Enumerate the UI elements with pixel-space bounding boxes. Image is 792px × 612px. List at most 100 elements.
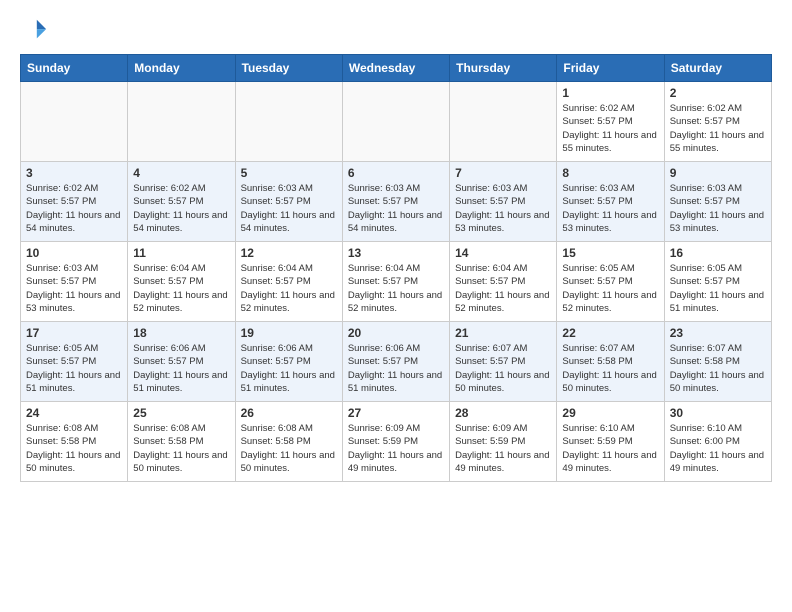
day-number: 12 <box>241 246 337 260</box>
calendar-cell: 6Sunrise: 6:03 AM Sunset: 5:57 PM Daylig… <box>342 162 449 242</box>
day-number: 15 <box>562 246 658 260</box>
calendar-cell: 7 Sunrise: 6:03 AM Sunset: 5:57 PM Daylig… <box>450 162 557 242</box>
calendar-cell: 25 Sunrise: 6:08 AM Sunset: 5:58 PM Dayli… <box>128 402 235 482</box>
day-number: 13 <box>348 246 444 260</box>
day-number: 16 <box>670 246 766 260</box>
day-info: Sunrise: 6:02 AM Sunset: 5:57 PM Dayligh… <box>562 102 658 155</box>
day-number: 26 <box>241 406 337 420</box>
calendar-cell: 30Sunrise: 6:10 AM Sunset: 6:00 PM Dayli… <box>664 402 771 482</box>
day-info: Sunrise: 6:07 AM Sunset: 5:57 PM Dayligh… <box>455 342 551 395</box>
day-info: Sunrise: 6:03 AM Sunset: 5:57 PM Dayligh… <box>455 182 551 235</box>
day-number: 24 <box>26 406 122 420</box>
day-number: 11 <box>133 246 229 260</box>
weekday-header-row: SundayMondayTuesdayWednesdayThursdayFrid… <box>21 55 772 82</box>
day-info: Sunrise: 6:05 AM Sunset: 5:57 PM Dayligh… <box>670 262 766 315</box>
day-number: 20 <box>348 326 444 340</box>
calendar-cell: 20 Sunrise: 6:06 AM Sunset: 5:57 PM Dayli… <box>342 322 449 402</box>
calendar-cell: 28Sunrise: 6:09 AM Sunset: 5:59 PM Dayli… <box>450 402 557 482</box>
page: SundayMondayTuesdayWednesdayThursdayFrid… <box>0 0 792 612</box>
day-info: Sunrise: 6:06 AM Sunset: 5:57 PM Dayligh… <box>133 342 229 395</box>
day-number: 8 <box>562 166 658 180</box>
calendar-cell: 11 Sunrise: 6:04 AM Sunset: 5:57 PM Dayli… <box>128 242 235 322</box>
calendar-cell: 13 Sunrise: 6:04 AM Sunset: 5:57 PM Dayli… <box>342 242 449 322</box>
day-info: Sunrise: 6:03 AM Sunset: 5:57 PM Dayligh… <box>670 182 766 235</box>
weekday-header-monday: Monday <box>128 55 235 82</box>
week-row-1: 3Sunrise: 6:02 AM Sunset: 5:57 PM Daylig… <box>21 162 772 242</box>
day-number: 18 <box>133 326 229 340</box>
week-row-4: 24 Sunrise: 6:08 AM Sunset: 5:58 PM Dayli… <box>21 402 772 482</box>
day-info: Sunrise: 6:07 AM Sunset: 5:58 PM Dayligh… <box>670 342 766 395</box>
day-number: 23 <box>670 326 766 340</box>
day-info: Sunrise: 6:04 AM Sunset: 5:57 PM Dayligh… <box>133 262 229 315</box>
calendar-cell: 8 Sunrise: 6:03 AM Sunset: 5:57 PM Daylig… <box>557 162 664 242</box>
day-info: Sunrise: 6:05 AM Sunset: 5:57 PM Dayligh… <box>562 262 658 315</box>
day-info: Sunrise: 6:08 AM Sunset: 5:58 PM Dayligh… <box>133 422 229 475</box>
day-number: 28 <box>455 406 551 420</box>
calendar-cell: 21Sunrise: 6:07 AM Sunset: 5:57 PM Dayli… <box>450 322 557 402</box>
calendar-cell: 17 Sunrise: 6:05 AM Sunset: 5:57 PM Dayli… <box>21 322 128 402</box>
calendar-cell: 22 Sunrise: 6:07 AM Sunset: 5:58 PM Dayli… <box>557 322 664 402</box>
calendar-cell: 29 Sunrise: 6:10 AM Sunset: 5:59 PM Dayli… <box>557 402 664 482</box>
calendar-cell: 14Sunrise: 6:04 AM Sunset: 5:57 PM Dayli… <box>450 242 557 322</box>
calendar-cell: 1 Sunrise: 6:02 AM Sunset: 5:57 PM Daylig… <box>557 82 664 162</box>
day-info: Sunrise: 6:08 AM Sunset: 5:58 PM Dayligh… <box>241 422 337 475</box>
calendar-cell: 12 Sunrise: 6:04 AM Sunset: 5:57 PM Dayli… <box>235 242 342 322</box>
calendar-cell: 16 Sunrise: 6:05 AM Sunset: 5:57 PM Dayli… <box>664 242 771 322</box>
calendar-cell: 24 Sunrise: 6:08 AM Sunset: 5:58 PM Dayli… <box>21 402 128 482</box>
calendar-cell: 18 Sunrise: 6:06 AM Sunset: 5:57 PM Dayli… <box>128 322 235 402</box>
weekday-header-saturday: Saturday <box>664 55 771 82</box>
day-number: 25 <box>133 406 229 420</box>
week-row-2: 10 Sunrise: 6:03 AM Sunset: 5:57 PM Dayli… <box>21 242 772 322</box>
day-info: Sunrise: 6:09 AM Sunset: 5:59 PM Dayligh… <box>348 422 444 475</box>
calendar-cell: 26 Sunrise: 6:08 AM Sunset: 5:58 PM Dayli… <box>235 402 342 482</box>
calendar-cell <box>342 82 449 162</box>
day-number: 19 <box>241 326 337 340</box>
day-info: Sunrise: 6:03 AM Sunset: 5:57 PM Dayligh… <box>562 182 658 235</box>
weekday-header-tuesday: Tuesday <box>235 55 342 82</box>
header <box>20 16 772 44</box>
day-info: Sunrise: 6:03 AM Sunset: 5:57 PM Dayligh… <box>26 262 122 315</box>
weekday-header-wednesday: Wednesday <box>342 55 449 82</box>
day-number: 5 <box>241 166 337 180</box>
day-number: 17 <box>26 326 122 340</box>
day-info: Sunrise: 6:04 AM Sunset: 5:57 PM Dayligh… <box>348 262 444 315</box>
calendar-cell: 10 Sunrise: 6:03 AM Sunset: 5:57 PM Dayli… <box>21 242 128 322</box>
day-info: Sunrise: 6:08 AM Sunset: 5:58 PM Dayligh… <box>26 422 122 475</box>
day-number: 7 <box>455 166 551 180</box>
calendar-cell: 5Sunrise: 6:03 AM Sunset: 5:57 PM Daylig… <box>235 162 342 242</box>
day-number: 1 <box>562 86 658 100</box>
calendar-cell: 23 Sunrise: 6:07 AM Sunset: 5:58 PM Dayli… <box>664 322 771 402</box>
day-info: Sunrise: 6:10 AM Sunset: 6:00 PM Dayligh… <box>670 422 766 475</box>
calendar-cell: 19 Sunrise: 6:06 AM Sunset: 5:57 PM Dayli… <box>235 322 342 402</box>
day-number: 4 <box>133 166 229 180</box>
calendar: SundayMondayTuesdayWednesdayThursdayFrid… <box>20 54 772 482</box>
day-info: Sunrise: 6:02 AM Sunset: 5:57 PM Dayligh… <box>133 182 229 235</box>
calendar-cell <box>450 82 557 162</box>
day-info: Sunrise: 6:07 AM Sunset: 5:58 PM Dayligh… <box>562 342 658 395</box>
day-number: 22 <box>562 326 658 340</box>
calendar-cell <box>128 82 235 162</box>
calendar-cell: 15 Sunrise: 6:05 AM Sunset: 5:57 PM Dayli… <box>557 242 664 322</box>
week-row-0: 1 Sunrise: 6:02 AM Sunset: 5:57 PM Daylig… <box>21 82 772 162</box>
day-number: 29 <box>562 406 658 420</box>
week-row-3: 17 Sunrise: 6:05 AM Sunset: 5:57 PM Dayli… <box>21 322 772 402</box>
day-info: Sunrise: 6:05 AM Sunset: 5:57 PM Dayligh… <box>26 342 122 395</box>
day-info: Sunrise: 6:06 AM Sunset: 5:57 PM Dayligh… <box>241 342 337 395</box>
day-number: 2 <box>670 86 766 100</box>
day-number: 10 <box>26 246 122 260</box>
day-number: 9 <box>670 166 766 180</box>
day-info: Sunrise: 6:10 AM Sunset: 5:59 PM Dayligh… <box>562 422 658 475</box>
calendar-cell: 9 Sunrise: 6:03 AM Sunset: 5:57 PM Daylig… <box>664 162 771 242</box>
calendar-cell: 4 Sunrise: 6:02 AM Sunset: 5:57 PM Daylig… <box>128 162 235 242</box>
day-info: Sunrise: 6:06 AM Sunset: 5:57 PM Dayligh… <box>348 342 444 395</box>
day-info: Sunrise: 6:02 AM Sunset: 5:57 PM Dayligh… <box>670 102 766 155</box>
calendar-cell: 2 Sunrise: 6:02 AM Sunset: 5:57 PM Daylig… <box>664 82 771 162</box>
weekday-header-thursday: Thursday <box>450 55 557 82</box>
weekday-header-sunday: Sunday <box>21 55 128 82</box>
day-info: Sunrise: 6:04 AM Sunset: 5:57 PM Dayligh… <box>241 262 337 315</box>
calendar-cell <box>235 82 342 162</box>
day-number: 14 <box>455 246 551 260</box>
day-number: 6 <box>348 166 444 180</box>
day-number: 27 <box>348 406 444 420</box>
day-info: Sunrise: 6:02 AM Sunset: 5:57 PM Dayligh… <box>26 182 122 235</box>
